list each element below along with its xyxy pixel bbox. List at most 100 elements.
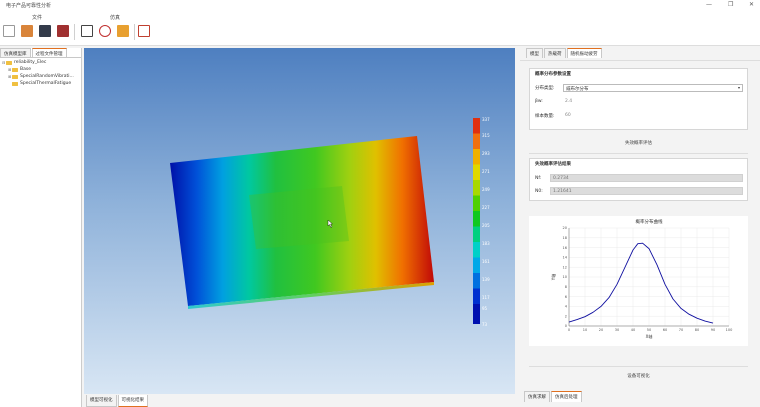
tree-item-base[interactable]: ⊞ Base [8,67,31,72]
new-file-icon[interactable] [3,25,15,37]
close-button[interactable]: ✕ [749,1,754,8]
window-title: 电子产品可靠性分析 [6,3,52,9]
viewport-tabs: 模型可视化 可视化结果 [84,395,515,407]
tab-model[interactable]: 模型 [526,48,543,58]
legend-label: 117 [482,295,490,300]
y-tick-label: 20 [563,226,567,230]
y-tick-label: 14 [563,256,568,260]
chart-title: 概率分布曲线 [636,218,663,225]
results-icon[interactable] [117,25,129,37]
y-tick-label: 6 [565,295,567,299]
dropdown-arrow-icon: ▾ [737,85,740,90]
eval-results-title: 失效概率评估结果 [535,162,571,167]
report-icon[interactable] [138,25,150,37]
tab-sim-postprocess[interactable]: 仿真后处理 [551,391,582,402]
component-region [249,186,349,249]
x-tick-label: 10 [583,328,587,332]
legend-label: 293 [482,151,490,156]
eval-failure-prob-button[interactable]: 失效概率评估 [529,140,748,146]
sample-count-label: 样本数量: [535,114,555,119]
right-panel: 模型 热载荷 随机振动疲劳 概率分布参数设置 分布类型: 威布尔分布 ▾ βw:… [520,48,760,407]
y-tick-label: 10 [563,275,567,279]
nf-label: Nf: [535,176,542,181]
export-icon[interactable] [57,25,69,37]
dist-type-label: 分布类型: [535,86,555,91]
divider [529,366,748,367]
series-line [568,242,714,324]
param-settings-title: 概率分布参数设置 [535,72,571,77]
fea-contour-plot[interactable]: 337 315 293 271 249 227 205 183 161 139 … [84,48,515,394]
dist-type-select[interactable]: 威布尔分布 ▾ [563,84,743,92]
tree-item-thermal-fatigue[interactable]: SpecialThermalFatigue [8,81,71,86]
legend-label: 95 [482,306,488,311]
minimize-button[interactable]: — [706,1,712,8]
eval-results-group: 失效概率评估结果 Nf: 0.2734 N0: 1.21641 [529,158,748,201]
left-panel-tabs: 仿真模型库 过程文件管理 [0,48,81,58]
y-tick-label: 12 [563,265,567,269]
legend-label: 271 [482,169,490,174]
n0-value: 1.21641 [550,187,743,195]
legend-label: 161 [482,259,490,264]
folder-icon [12,67,18,72]
probability-distribution-chart: 概率分布曲线 0 10 20 30 40 50 60 70 80 90 100 0 2 4 6 8 10 12 14 1… [550,218,732,339]
color-legend: 337 315 293 271 249 227 205 183 161 139 … [473,117,490,327]
save-icon[interactable] [39,25,51,37]
group-label-file: 文件 [32,15,43,21]
x-tick-label: 40 [631,328,635,332]
folder-icon [6,60,12,65]
run-simulation-icon[interactable] [99,25,111,37]
x-tick-label: 60 [663,328,667,332]
tab-random-vibration-fatigue[interactable]: 随机振动疲劳 [566,48,602,58]
legend-label: 205 [482,223,490,228]
title-bar: 电子产品可靠性分析 — ❐ ✕ [0,0,760,10]
tab-process-files[interactable]: 过程文件管理 [31,48,67,57]
toolbar-separator [134,24,135,40]
tree-item-random-vibration[interactable]: ⊞ SpecialRandomVibrati... [8,74,74,79]
ribbon-toolbar: 文件 仿真 [0,10,760,46]
tab-sim-solve[interactable]: 仿真求解 [524,391,550,402]
nf-value: 0.2734 [550,174,743,182]
x-tick-label: 50 [647,328,651,332]
beta-input[interactable]: 2.4 [563,98,623,106]
x-tick-label: 80 [695,328,699,332]
group-label-sim: 仿真 [110,15,121,21]
divider [529,153,748,154]
tree-item-label: SpecialThermalFatigue [20,81,72,86]
window-view-icon[interactable] [81,25,93,37]
3d-viewport[interactable]: 337 315 293 271 249 227 205 183 161 139 … [84,48,515,394]
sample-count-input[interactable]: 60 [563,112,623,120]
device-visualization-button[interactable]: 设备可视化 [529,373,748,379]
right-bottom-tabs: 仿真求解 仿真后处理 [524,391,583,402]
y-tick-label: 8 [565,285,567,289]
divider [520,60,760,61]
x-tick-label: 20 [599,328,603,332]
y-tick-label: 4 [565,305,568,309]
left-panel: 仿真模型库 过程文件管理 ⊟ reliability_Elec ⊞ Base ⊞… [0,48,82,407]
analysis-tabs: 模型 热载荷 随机振动疲劳 [526,48,603,58]
tab-model-visualization[interactable]: 模型可视化 [86,395,117,407]
tree-item-label: Base [20,67,31,72]
y-tick-label: 2 [565,314,567,318]
x-tick-label: 0 [568,328,570,332]
legend-label: 337 [482,117,490,122]
x-tick-label: 30 [615,328,619,332]
param-settings-group: 概率分布参数设置 分布类型: 威布尔分布 ▾ βw: 2.4 样本数量: 60 [529,68,748,130]
tab-thermal-load[interactable]: 热载荷 [544,48,566,58]
legend-label: 227 [482,205,490,210]
dist-type-value: 威布尔分布 [566,87,589,92]
maximize-button[interactable]: ❐ [728,1,733,8]
open-folder-icon[interactable] [21,25,33,37]
tree-item-label: SpecialRandomVibrati... [20,74,74,79]
x-tick-label: 90 [711,328,715,332]
tree-item-root[interactable]: ⊟ reliability_Elec [2,60,46,65]
chart-area: 概率分布曲线 0 10 20 30 40 50 60 70 80 90 100 0 2 4 6 8 10 12 14 1… [529,216,748,346]
legend-label: 183 [482,241,490,246]
tab-visualization-results[interactable]: 可视化结果 [117,395,148,407]
tab-model-library[interactable]: 仿真模型库 [0,48,31,57]
y-tick-label: 0 [565,324,567,328]
y-tick-label: 16 [563,246,567,250]
legend-label: 73 [482,322,488,327]
y-axis-label: Y轴 [550,274,556,281]
x-tick-label: 70 [679,328,683,332]
folder-icon [12,74,18,79]
